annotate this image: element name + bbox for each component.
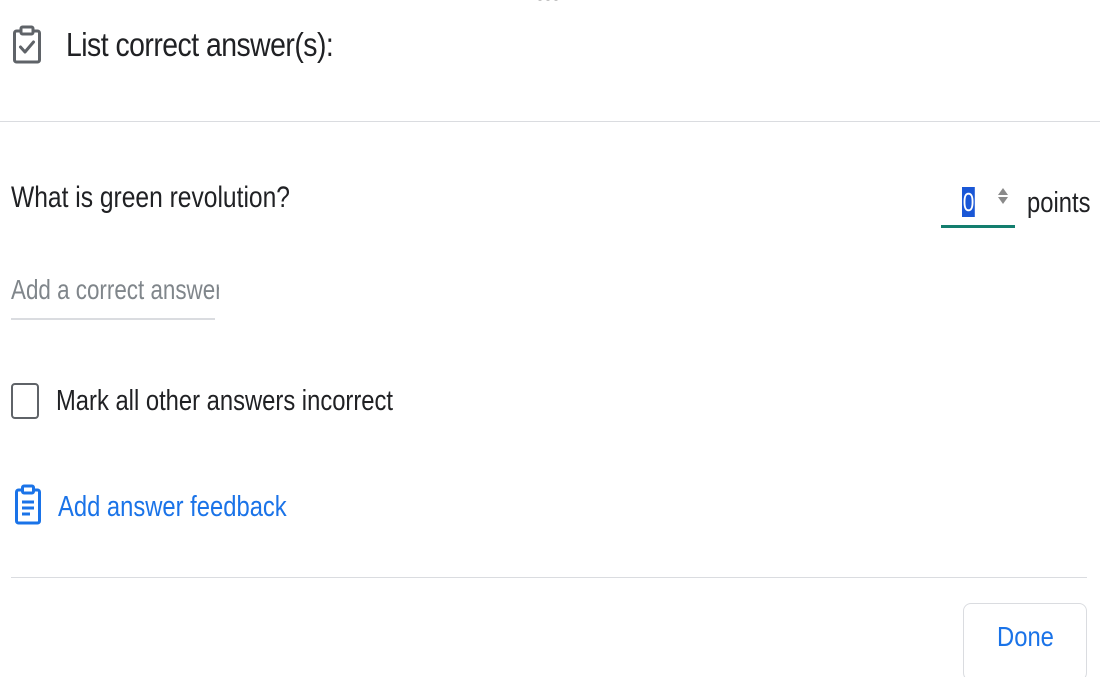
done-button[interactable]: Done: [963, 603, 1087, 677]
answer-key-header: List correct answer(s):: [12, 20, 377, 70]
points-stepper[interactable]: [998, 188, 1008, 204]
feedback-clipboard-icon: [14, 484, 42, 531]
points-control: 0 points: [941, 178, 1100, 228]
footer-divider: [11, 577, 1087, 578]
points-value[interactable]: 0: [962, 186, 976, 217]
points-input[interactable]: 0: [941, 178, 1015, 228]
points-label: points: [1027, 186, 1091, 219]
drag-handle[interactable]: [538, 0, 558, 1]
stepper-down-icon[interactable]: [998, 197, 1008, 204]
correct-answer-input[interactable]: [11, 268, 219, 312]
mark-incorrect-label[interactable]: Mark all other answers incorrect: [56, 385, 393, 418]
add-feedback-link[interactable]: Add answer feedback: [14, 484, 337, 531]
mark-incorrect-checkbox[interactable]: [11, 383, 39, 419]
add-feedback-label[interactable]: Add answer feedback: [58, 491, 287, 524]
stepper-up-icon[interactable]: [998, 188, 1008, 195]
answer-key-panel: List correct answer(s): What is green re…: [0, 0, 1100, 677]
question-title: What is green revolution?: [11, 181, 290, 214]
mark-incorrect-option[interactable]: Mark all other answers incorrect: [11, 383, 467, 419]
correct-answer-field[interactable]: [11, 268, 219, 320]
header-divider: [0, 121, 1100, 122]
page-title: List correct answer(s):: [66, 26, 334, 63]
clipboard-check-icon: [12, 22, 44, 68]
done-button-label[interactable]: Done: [997, 621, 1054, 653]
